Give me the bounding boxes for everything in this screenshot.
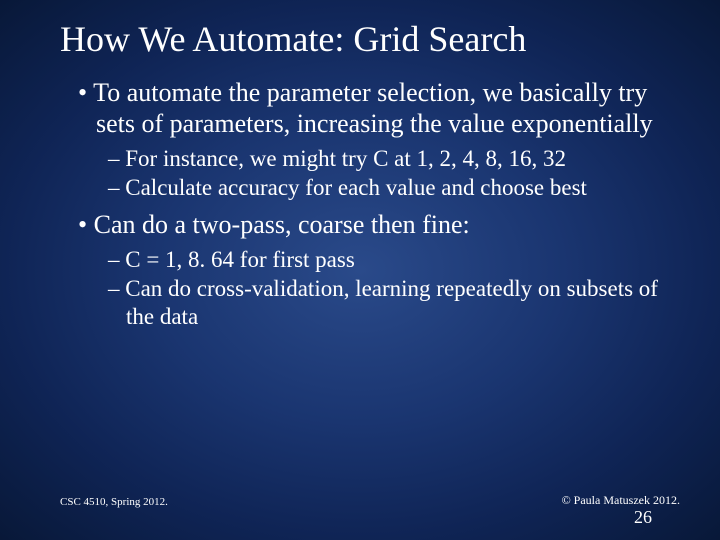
bullet-1b: Calculate accuracy for each value and ch… bbox=[108, 174, 685, 201]
slide: How We Automate: Grid Search To automate… bbox=[0, 0, 720, 540]
bullet-1a: For instance, we might try C at 1, 2, 4,… bbox=[108, 145, 685, 172]
footer-right: © Paula Matuszek 2012. bbox=[562, 493, 680, 508]
bullet-2: Can do a two-pass, coarse then fine: bbox=[78, 210, 685, 241]
page-number: 26 bbox=[634, 507, 652, 528]
bullet-2a: C = 1, 8. 64 for first pass bbox=[108, 246, 685, 273]
slide-title: How We Automate: Grid Search bbox=[60, 18, 685, 60]
bullet-2b: Can do cross-validation, learning repeat… bbox=[108, 275, 685, 329]
bullet-1: To automate the parameter selection, we … bbox=[78, 78, 685, 139]
footer-left: CSC 4510, Spring 2012. bbox=[60, 496, 168, 508]
